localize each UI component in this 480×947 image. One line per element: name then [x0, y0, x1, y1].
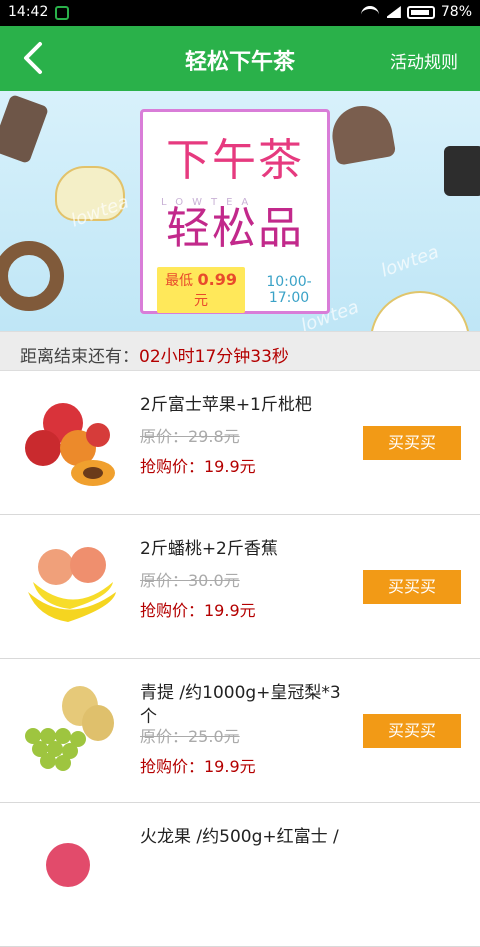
dragonfruit-apple-image [46, 843, 90, 887]
battery-icon [406, 5, 435, 19]
promo-price-badge: 最低 0.99 元 [157, 267, 246, 313]
notification-icon [55, 6, 69, 20]
original-price: 原价：30.0元 [140, 571, 240, 590]
sale-price: 抢购价：19.9元 [140, 601, 256, 620]
original-price: 原价：25.0元 [140, 727, 240, 746]
status-right: 78% [360, 4, 472, 20]
promo-title-line1: 下午茶 [166, 135, 304, 186]
product-item[interactable]: 青提 /约1000g+皇冠梨*3个 原价：25.0元 抢购价：19.9元 买买买 [0, 659, 480, 803]
countdown-bar: 距离结束还有：02小时17分钟33秒 [0, 331, 480, 371]
buy-button[interactable]: 买买买 [363, 570, 461, 604]
chocolate-flowers-decoration [444, 146, 480, 196]
product-name: 2斤富士苹果+1斤枇杷 [140, 395, 312, 415]
product-list: 2斤富士苹果+1斤枇杷 原价：29.8元 抢购价：19.9元 买买买 2斤蟠桃+… [0, 371, 480, 947]
activity-rules-link[interactable]: 活动规则 [390, 48, 458, 73]
apple-loquat-image [25, 403, 115, 486]
wifi-icon [360, 6, 379, 18]
price-prefix: 最低 [165, 273, 194, 289]
countdown-value: 02小时17分钟33秒 [139, 347, 289, 367]
product-name: 青提 /约1000g+皇冠梨*3个 [140, 683, 341, 727]
grape-pear-image [25, 686, 114, 771]
signal-icon [384, 6, 401, 18]
watermark-text: lowtea [378, 241, 442, 282]
price-value: 0.99 [197, 270, 237, 289]
peach-banana-image [28, 547, 116, 622]
chocolate-decoration [0, 93, 50, 165]
buy-button[interactable]: 买买买 [363, 714, 461, 748]
promo-hours: 10:00-17:00 [266, 274, 312, 306]
original-price: 原价：29.8元 [140, 427, 240, 446]
sale-price: 抢购价：19.9元 [140, 757, 256, 776]
donut-decoration [0, 241, 64, 311]
heart-cookie-decoration [327, 101, 397, 166]
battery-percent: 78% [440, 4, 472, 20]
sale-price: 抢购价：19.9元 [140, 457, 256, 476]
status-bar: 14:42 78% [0, 0, 480, 26]
product-item[interactable]: 2斤蟠桃+2斤香蕉 原价：30.0元 抢购价：19.9元 买买买 [0, 515, 480, 659]
product-name: 火龙果 /约500g+红富士 / [140, 827, 339, 847]
status-time: 14:42 [8, 4, 49, 20]
promo-subtitle: LOWTEA [161, 197, 258, 208]
product-name: 2斤蟠桃+2斤香蕉 [140, 539, 278, 559]
app-header: 轻松下午茶 活动规则 [0, 26, 480, 91]
teapot-icon-large [370, 291, 470, 331]
countdown-label: 距离结束还有： [20, 347, 139, 367]
price-unit: 元 [194, 293, 209, 309]
promo-banner[interactable]: lowtea lowtea lowtea 下午茶 LOWTEA 轻松品 最低 0… [0, 91, 480, 331]
product-item[interactable]: 2斤富士苹果+1斤枇杷 原价：29.8元 抢购价：19.9元 买买买 [0, 371, 480, 515]
product-item[interactable]: 火龙果 /约500g+红富士 / [0, 803, 480, 947]
promo-card: 下午茶 LOWTEA 轻松品 最低 0.99元 10:00-17:00 [140, 109, 330, 314]
promo-price-row: 最低 0.99 元 10:00-17:00 [157, 267, 327, 313]
buy-button[interactable]: 买买买 [363, 426, 461, 460]
